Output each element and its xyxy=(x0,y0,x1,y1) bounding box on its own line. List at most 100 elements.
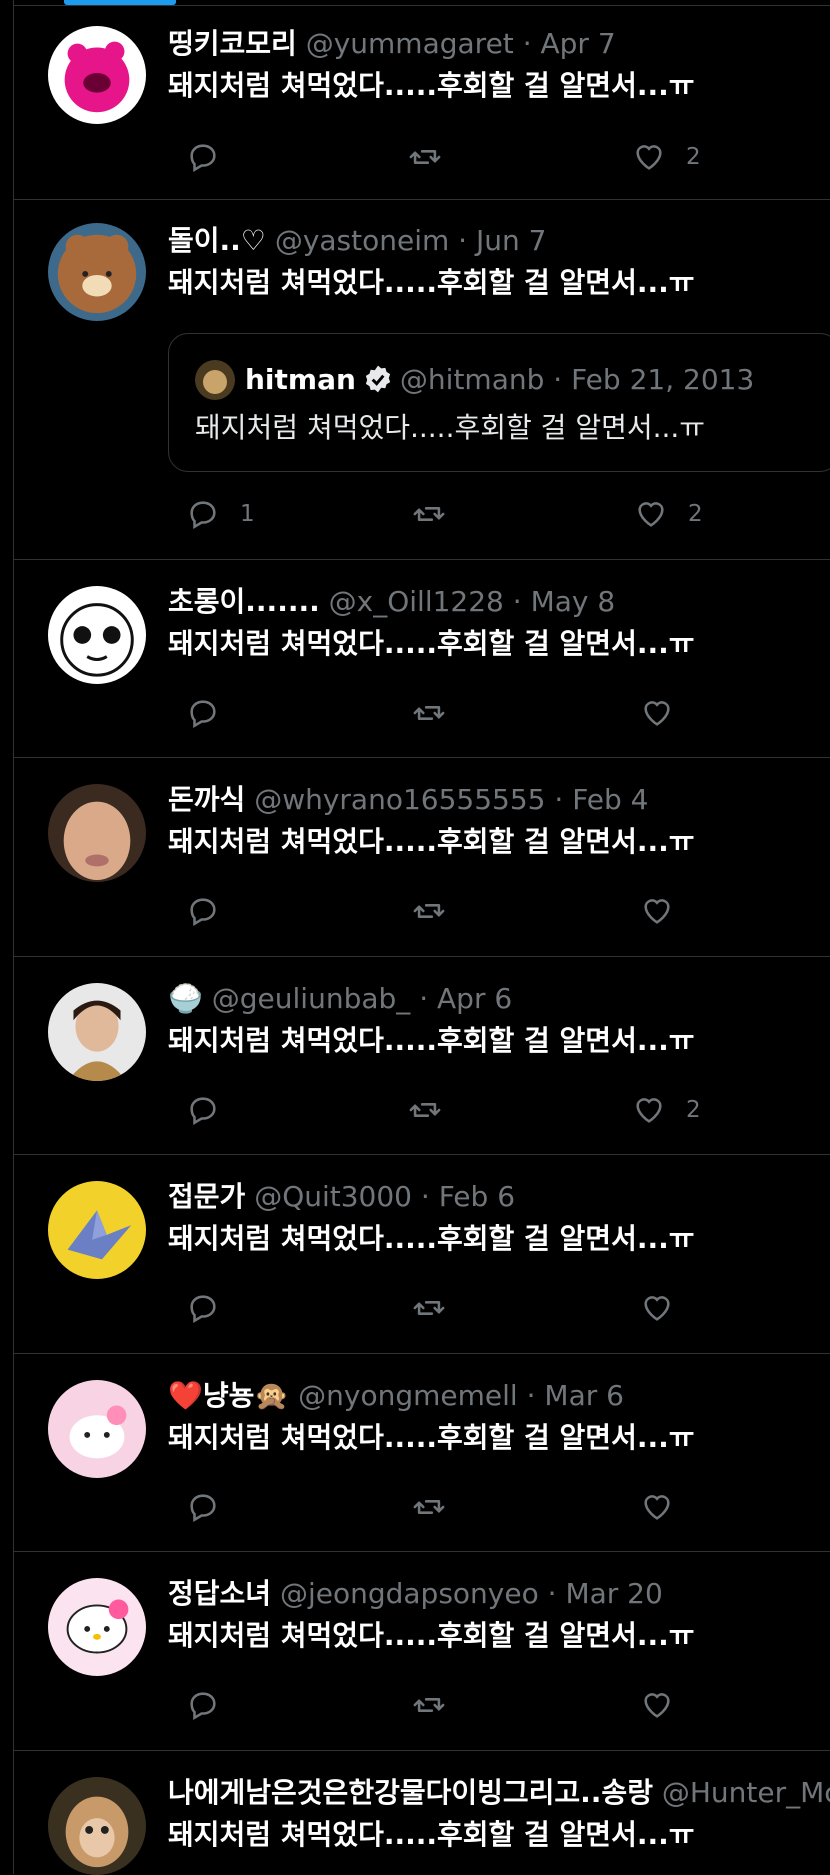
tweet-text: 돼지처럼 쳐먹었다.....후회할 걸 알면서...ㅠ xyxy=(168,825,695,858)
reply-icon xyxy=(186,1490,220,1524)
user-handle[interactable]: @Quit3000 xyxy=(254,1180,412,1213)
tweet-text: 돼지처럼 쳐먹었다.....후회할 걸 알면서...ㅠ xyxy=(168,266,695,299)
user-handle[interactable]: @whyrano16555555 xyxy=(254,783,545,816)
tweet[interactable]: 띵키코모리 @yummagaret · Apr 7 돼지처럼 쳐먹었다.....… xyxy=(14,6,830,200)
user-handle[interactable]: @yastoneim xyxy=(275,224,449,257)
tweet[interactable]: 나에게남은것은한강물다이빙그리고..송랑 @Hunter_Mc 돼지처럼 쳐먹었… xyxy=(14,1751,830,1875)
like-button[interactable] xyxy=(640,894,694,928)
quoted-date[interactable]: Feb 21, 2013 xyxy=(571,363,754,396)
tweet-text: 돼지처럼 쳐먹었다.....후회할 걸 알면서...ㅠ xyxy=(168,627,695,660)
retweet-button[interactable] xyxy=(412,1291,466,1325)
quoted-avatar[interactable] xyxy=(195,360,235,400)
reply-button[interactable] xyxy=(186,1688,240,1722)
like-count: 2 xyxy=(686,1097,701,1123)
like-button[interactable] xyxy=(640,1490,694,1524)
tweet-header: 초롱이....... @x_Oill1228 · May 8 xyxy=(168,582,830,622)
retweet-button[interactable] xyxy=(408,140,462,174)
display-name[interactable]: 돌이..♡ xyxy=(168,224,266,257)
quoted-display-name[interactable]: hitman xyxy=(245,363,356,396)
avatar[interactable] xyxy=(48,983,146,1081)
reply-button[interactable] xyxy=(186,696,240,730)
reply-button[interactable] xyxy=(186,1490,240,1524)
avatar[interactable] xyxy=(48,1380,146,1478)
display-name[interactable]: 띵키코모리 xyxy=(168,27,297,60)
tweet[interactable]: 돈까식 @whyrano16555555 · Feb 4 돼지처럼 쳐먹었다..… xyxy=(14,758,830,957)
reply-icon xyxy=(186,1688,220,1722)
like-button[interactable] xyxy=(640,1688,694,1722)
user-handle[interactable]: @jeongdapsonyeo xyxy=(280,1577,539,1610)
retweet-button[interactable] xyxy=(412,497,466,531)
reply-button[interactable] xyxy=(186,1291,240,1325)
heart-icon xyxy=(640,1688,674,1722)
tweet-date[interactable]: Feb 4 xyxy=(572,783,648,816)
retweet-icon xyxy=(412,1490,446,1524)
reply-button[interactable]: 1 xyxy=(186,497,255,531)
tweet[interactable]: 🍚 @geuliunbab_ · Apr 6 돼지처럼 쳐먹었다.....후회할… xyxy=(14,957,830,1155)
like-button[interactable]: 2 xyxy=(632,140,701,174)
retweet-button[interactable] xyxy=(412,1490,466,1524)
retweet-icon xyxy=(412,497,446,531)
retweet-button[interactable] xyxy=(412,696,466,730)
avatar[interactable] xyxy=(48,784,146,882)
tweet-date[interactable]: Feb 6 xyxy=(439,1180,515,1213)
like-button[interactable] xyxy=(640,696,694,730)
user-handle[interactable]: @yummagaret xyxy=(306,27,514,60)
tweet-date[interactable]: Mar 20 xyxy=(565,1577,662,1610)
reply-button[interactable] xyxy=(186,1093,240,1127)
tweet[interactable]: 돌이..♡ @yastoneim · Jun 7 돼지처럼 쳐먹었다.....후… xyxy=(14,199,830,560)
like-button[interactable]: 2 xyxy=(634,497,703,531)
separator-dot: · xyxy=(522,27,532,60)
user-handle[interactable]: @nyongmemell xyxy=(298,1379,518,1412)
retweet-button[interactable] xyxy=(412,1688,466,1722)
tweet[interactable]: ❤️냥뇽🙊 @nyongmemell · Mar 6 돼지처럼 쳐먹었다....… xyxy=(14,1354,830,1552)
tweet-date[interactable]: Apr 7 xyxy=(541,27,616,60)
retweet-icon xyxy=(408,140,442,174)
display-name[interactable]: 나에게남은것은한강물다이빙그리고..송랑 xyxy=(168,1776,653,1809)
tweet-header: 돈까식 @whyrano16555555 · Feb 4 xyxy=(168,780,830,820)
like-button[interactable] xyxy=(640,1291,694,1325)
tweet-text: 돼지처럼 쳐먹었다.....후회할 걸 알면서...ㅠ xyxy=(168,1619,695,1652)
tweet[interactable]: 접문가 @Quit3000 · Feb 6 돼지처럼 쳐먹었다.....후회할 … xyxy=(14,1155,830,1354)
tweet-date[interactable]: Apr 6 xyxy=(437,982,512,1015)
avatar[interactable] xyxy=(48,1777,146,1875)
display-name[interactable]: 접문가 xyxy=(168,1180,245,1213)
retweet-icon xyxy=(408,1093,442,1127)
avatar[interactable] xyxy=(48,1181,146,1279)
reply-count: 1 xyxy=(240,501,255,527)
like-button[interactable]: 2 xyxy=(632,1093,701,1127)
tweet-text: 돼지처럼 쳐먹었다.....후회할 걸 알면서...ㅠ xyxy=(168,1818,695,1851)
user-handle[interactable]: @geuliunbab_ xyxy=(212,982,411,1015)
tweet-date[interactable]: May 8 xyxy=(531,585,616,618)
retweet-button[interactable] xyxy=(408,1093,462,1127)
active-tab-indicator xyxy=(64,0,176,5)
avatar[interactable] xyxy=(48,1578,146,1676)
display-name[interactable]: 정답소녀 xyxy=(168,1577,271,1610)
avatar[interactable] xyxy=(48,586,146,684)
quoted-tweet[interactable]: hitman @hitmanb · Feb 21, 2013 돼지처럼 쳐먹었다.… xyxy=(168,333,830,472)
tweet[interactable]: 정답소녀 @jeongdapsonyeo · Mar 20 돼지처럼 쳐먹었다.… xyxy=(14,1552,830,1751)
tweet-date[interactable]: Mar 6 xyxy=(544,1379,624,1412)
display-name[interactable]: 초롱이....... xyxy=(168,585,320,618)
tweet-date[interactable]: Jun 7 xyxy=(476,224,546,257)
separator-dot: · xyxy=(554,783,564,816)
tweet[interactable]: 초롱이....... @x_Oill1228 · May 8 돼지처럼 쳐먹었다… xyxy=(14,560,830,758)
tweet-text: 돼지처럼 쳐먹었다.....후회할 걸 알면서...ㅠ xyxy=(168,1421,695,1454)
separator-dot: · xyxy=(512,585,522,618)
separator-dot: · xyxy=(419,982,429,1015)
display-name[interactable]: ❤️냥뇽🙊 xyxy=(168,1379,289,1412)
separator-dot: · xyxy=(526,1379,536,1412)
reply-button[interactable] xyxy=(186,894,240,928)
display-name[interactable]: 🍚 xyxy=(168,982,203,1015)
quoted-handle[interactable]: @hitmanb xyxy=(400,363,544,396)
display-name[interactable]: 돈까식 xyxy=(168,783,245,816)
user-handle[interactable]: @x_Oill1228 xyxy=(329,585,504,618)
reply-button[interactable] xyxy=(186,140,240,174)
retweet-button[interactable] xyxy=(412,894,466,928)
reply-icon xyxy=(186,140,220,174)
avatar[interactable] xyxy=(48,26,146,124)
avatar[interactable] xyxy=(48,223,146,321)
reply-icon xyxy=(186,894,220,928)
like-count: 2 xyxy=(686,144,701,170)
user-handle[interactable]: @Hunter_Mc xyxy=(662,1776,830,1809)
tweet-text: 돼지처럼 쳐먹었다.....후회할 걸 알면서...ㅠ xyxy=(168,1222,695,1255)
